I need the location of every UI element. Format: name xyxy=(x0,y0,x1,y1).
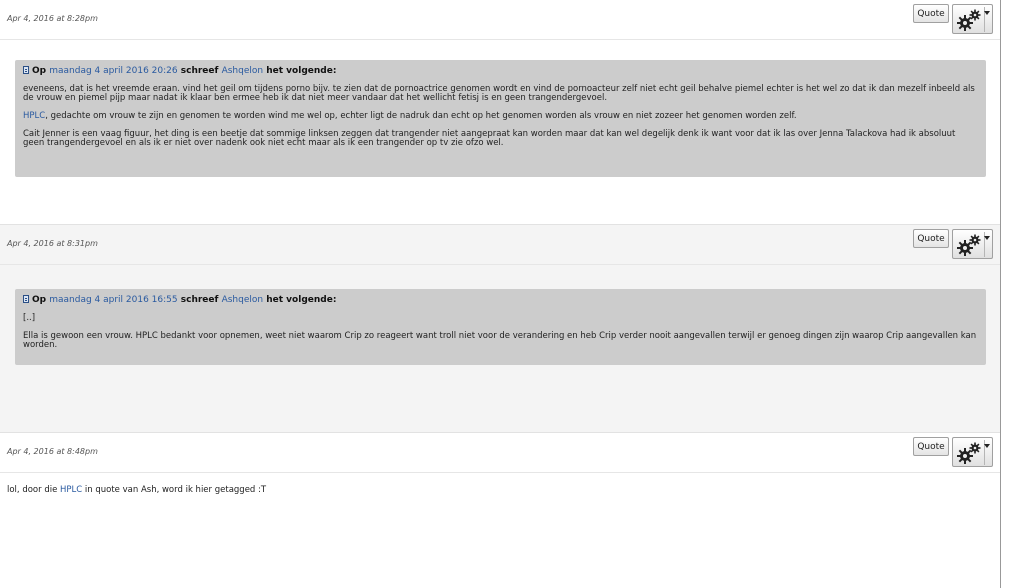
post-options-button[interactable] xyxy=(952,437,993,467)
quote-paragraph: eveneens, dat is het vreemde eraan. vind… xyxy=(23,84,975,103)
mention-link[interactable]: HPLC xyxy=(23,111,45,121)
caret-down-icon[interactable] xyxy=(984,444,990,448)
quote-body: eveneens, dat is het vreemde eraan. vind… xyxy=(23,85,978,148)
quote-prefix: Op xyxy=(32,66,47,76)
mention-link[interactable]: HPLC xyxy=(60,485,82,495)
quote-header: Op maandag 4 april 2016 20:26 schreef As… xyxy=(23,66,978,76)
quote-author-link[interactable]: Ashqelon xyxy=(222,66,264,76)
quote-block: Op maandag 4 april 2016 16:55 schreef As… xyxy=(15,289,986,365)
quote-text: , gedachte om vrouw te zijn en genomen t… xyxy=(45,111,797,121)
quote-paragraph: HPLC, gedachte om vrouw te zijn en genom… xyxy=(23,112,978,121)
gears-icon xyxy=(957,9,981,31)
quote-suffix: het volgende: xyxy=(266,66,337,76)
post-text: lol, door die xyxy=(7,485,61,495)
post-date: Apr 4, 2016 at 8:48pm xyxy=(7,447,98,456)
quote-date-link[interactable]: maandag 4 april 2016 16:55 xyxy=(49,295,177,305)
caret-down-icon[interactable] xyxy=(984,236,990,240)
post-header: Apr 4, 2016 at 8:48pm Quote xyxy=(0,433,1000,473)
document-icon[interactable] xyxy=(23,66,29,74)
post-options-button[interactable] xyxy=(952,4,993,34)
quote-paragraph: Ella is gewoon een vrouw. HPLC bedankt v… xyxy=(23,331,977,350)
post-3: Apr 4, 2016 at 8:48pm Quote lol, door di… xyxy=(0,432,1000,588)
gears-icon xyxy=(957,442,981,464)
post-body: lol, door die HPLC in quote van Ash, wor… xyxy=(7,485,266,495)
post-date: Apr 4, 2016 at 8:31pm xyxy=(7,239,98,248)
quote-button[interactable]: Quote xyxy=(913,229,949,248)
caret-down-icon[interactable] xyxy=(984,11,990,15)
quote-button[interactable]: Quote xyxy=(913,4,949,23)
post-date: Apr 4, 2016 at 8:28pm xyxy=(7,14,98,23)
quote-paragraph: Cait Jenner is een vaag figuur, het ding… xyxy=(23,129,956,148)
quote-suffix: het volgende: xyxy=(266,295,337,305)
post-header: Apr 4, 2016 at 8:31pm Quote xyxy=(0,225,1000,265)
post-text: in quote van Ash, word ik hier getagged … xyxy=(82,485,267,495)
thread-page: Apr 4, 2016 at 8:28pm Quote Op maandag 4… xyxy=(0,0,1001,588)
quote-date-link[interactable]: maandag 4 april 2016 20:26 xyxy=(49,66,177,76)
post-header: Apr 4, 2016 at 8:28pm Quote xyxy=(0,0,1000,40)
post-1: Apr 4, 2016 at 8:28pm Quote Op maandag 4… xyxy=(0,0,1000,224)
gears-icon xyxy=(957,234,981,256)
quote-block: Op maandag 4 april 2016 20:26 schreef As… xyxy=(15,60,986,177)
quote-button[interactable]: Quote xyxy=(913,437,949,456)
post-2: Apr 4, 2016 at 8:31pm Quote Op maandag 4… xyxy=(0,224,1000,433)
quote-wrote: schreef xyxy=(180,295,219,305)
quote-header: Op maandag 4 april 2016 16:55 schreef As… xyxy=(23,295,978,305)
document-icon[interactable] xyxy=(23,295,29,303)
quote-wrote: schreef xyxy=(180,66,219,76)
quote-ellipsis: [..] xyxy=(23,313,36,323)
post-options-button[interactable] xyxy=(952,229,993,259)
quote-author-link[interactable]: Ashqelon xyxy=(222,295,264,305)
quote-prefix: Op xyxy=(32,295,47,305)
quote-body: [..] Ella is gewoon een vrouw. HPLC beda… xyxy=(23,314,978,350)
